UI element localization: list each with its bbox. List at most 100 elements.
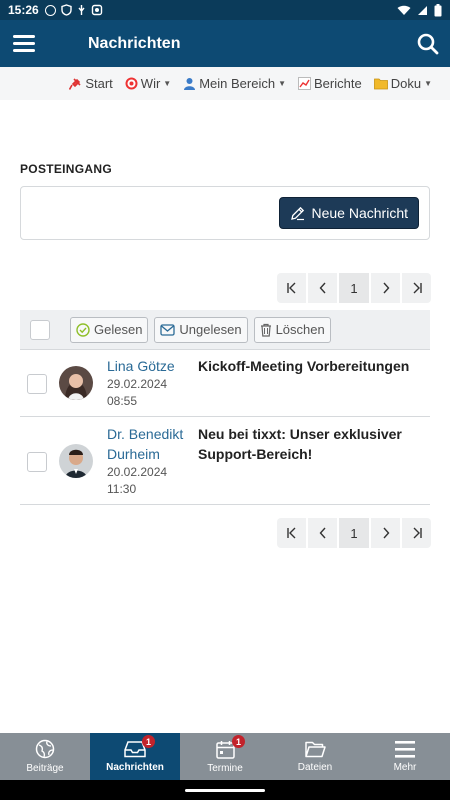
- page-title: Nachrichten: [88, 34, 181, 52]
- folder-icon: [373, 78, 388, 90]
- message-time: 11:30: [107, 482, 137, 496]
- globe-icon: [35, 739, 55, 759]
- nav-item-berichte[interactable]: Berichte: [298, 76, 362, 91]
- nav-item-start[interactable]: Start: [69, 76, 113, 91]
- status-time: 15:26: [8, 3, 39, 17]
- chevron-right-icon: [382, 282, 389, 294]
- mark-unread-button[interactable]: Ungelesen: [154, 316, 248, 343]
- message-date: 20.02.2024: [107, 465, 168, 479]
- status-bar: 15:26: [0, 0, 450, 20]
- mark-read-button[interactable]: Gelesen: [70, 316, 149, 343]
- status-right: [397, 3, 442, 17]
- message-subject[interactable]: Kickoff-Meeting Vorbereitungen: [198, 356, 423, 376]
- envelope-icon: [160, 323, 176, 336]
- sender-name[interactable]: Dr. Benedikt Durheim: [107, 424, 197, 464]
- last-page-icon: [413, 527, 422, 539]
- pencil-icon: [290, 206, 304, 220]
- avatar[interactable]: [59, 444, 93, 478]
- first-page-icon: [286, 282, 295, 294]
- select-all-checkbox[interactable]: [30, 319, 50, 340]
- mark-read-label: Gelesen: [94, 322, 143, 337]
- message-subject[interactable]: Neu bei tixxt: Unser exklusiver Support-…: [198, 424, 423, 464]
- message-toolbar: Gelesen Ungelesen Löschen: [20, 310, 430, 350]
- nav-item-label: Mein Bereich: [199, 76, 276, 91]
- search-icon[interactable]: [406, 20, 450, 67]
- chevron-down-icon: ▼: [163, 79, 172, 88]
- new-message-button[interactable]: Neue Nachricht: [278, 197, 419, 229]
- message-time: 08:55: [107, 394, 138, 408]
- info-icon: [44, 4, 56, 16]
- chevron-down-icon: ▼: [278, 79, 287, 88]
- prev-page-button[interactable]: [308, 273, 337, 303]
- user-icon: [184, 78, 196, 90]
- target-icon: [125, 77, 138, 90]
- nav-item-mein-bereich[interactable]: Mein Bereich ▼: [183, 76, 286, 91]
- delete-button[interactable]: Löschen: [253, 316, 331, 343]
- prev-page-button[interactable]: [308, 518, 337, 548]
- avatar[interactable]: [59, 366, 93, 400]
- tab-label: Mehr: [393, 761, 417, 773]
- tab-label: Termine: [207, 762, 243, 774]
- top-navigation: Start Wir ▼ Mein Bereich ▼ Berichte Doku…: [0, 67, 450, 100]
- message-checkbox[interactable]: [27, 374, 47, 394]
- usb-icon: [78, 5, 85, 15]
- last-page-icon: [413, 282, 422, 294]
- tab-termine[interactable]: 1 Termine: [180, 733, 270, 780]
- message-row[interactable]: Lina Götze 29.02.2024 08:55 Kickoff-Meet…: [20, 350, 430, 417]
- inbox-title: POSTEINGANG: [20, 162, 112, 176]
- nav-item-label: Doku: [390, 76, 422, 91]
- tab-mehr[interactable]: Mehr: [360, 733, 450, 780]
- notification-badge: 1: [232, 735, 245, 748]
- last-page-button[interactable]: [402, 273, 431, 303]
- shield-icon: [61, 4, 72, 16]
- current-page[interactable]: 1: [339, 273, 369, 303]
- nav-item-label: Berichte: [314, 76, 362, 91]
- first-page-button[interactable]: [277, 273, 306, 303]
- nav-item-doku[interactable]: Doku ▼: [373, 76, 432, 91]
- nav-item-label: Start: [85, 76, 113, 91]
- delete-label: Löschen: [275, 322, 325, 337]
- chevron-left-icon: [319, 527, 326, 539]
- chart-icon: [298, 77, 312, 90]
- message-date: 29.02.2024: [107, 377, 168, 391]
- tab-dateien[interactable]: Dateien: [270, 733, 360, 780]
- app-bar: Nachrichten: [0, 20, 450, 67]
- hamburger-menu-icon[interactable]: [2, 20, 46, 67]
- battery-icon: [434, 3, 442, 16]
- bottom-tab-bar: Beiträge 1 Nachrichten 1 Termine Dateien…: [0, 733, 450, 780]
- sender-name[interactable]: Lina Götze: [107, 356, 197, 376]
- nav-item-wir[interactable]: Wir ▼: [125, 76, 171, 91]
- folder-icon: [304, 741, 326, 757]
- compose-panel: Neue Nachricht: [20, 186, 430, 240]
- tab-label: Dateien: [297, 761, 333, 773]
- menu-icon: [395, 740, 415, 758]
- wifi-icon: [397, 5, 411, 15]
- trash-icon: [260, 323, 271, 337]
- pin-icon: [69, 78, 81, 90]
- home-gesture-handle[interactable]: [185, 789, 265, 792]
- pagination-bottom: 1: [277, 518, 431, 548]
- tab-label: Beiträge: [26, 763, 64, 774]
- signal-icon: [418, 5, 427, 15]
- tab-beitraege[interactable]: Beiträge: [0, 733, 90, 780]
- notification-badge: 1: [142, 735, 155, 748]
- first-page-icon: [286, 527, 295, 539]
- record-icon: [91, 4, 102, 16]
- new-message-label: Neue Nachricht: [311, 205, 409, 221]
- chevron-left-icon: [319, 282, 326, 294]
- nav-item-label: Wir: [140, 76, 161, 91]
- message-checkbox[interactable]: [27, 452, 47, 472]
- pagination-top: 1: [277, 273, 431, 303]
- tab-nachrichten[interactable]: 1 Nachrichten: [90, 733, 180, 780]
- tab-label: Nachrichten: [106, 762, 164, 773]
- mark-unread-label: Ungelesen: [179, 322, 242, 337]
- next-page-button[interactable]: [371, 518, 400, 548]
- first-page-button[interactable]: [277, 518, 306, 548]
- status-icons: [44, 4, 103, 16]
- last-page-button[interactable]: [402, 518, 431, 548]
- message-row[interactable]: Dr. Benedikt Durheim 20.02.2024 11:30 Ne…: [20, 417, 430, 505]
- current-page[interactable]: 1: [339, 518, 369, 548]
- check-circle-icon: [76, 322, 90, 337]
- next-page-button[interactable]: [371, 273, 400, 303]
- chevron-down-icon: ▼: [424, 79, 432, 88]
